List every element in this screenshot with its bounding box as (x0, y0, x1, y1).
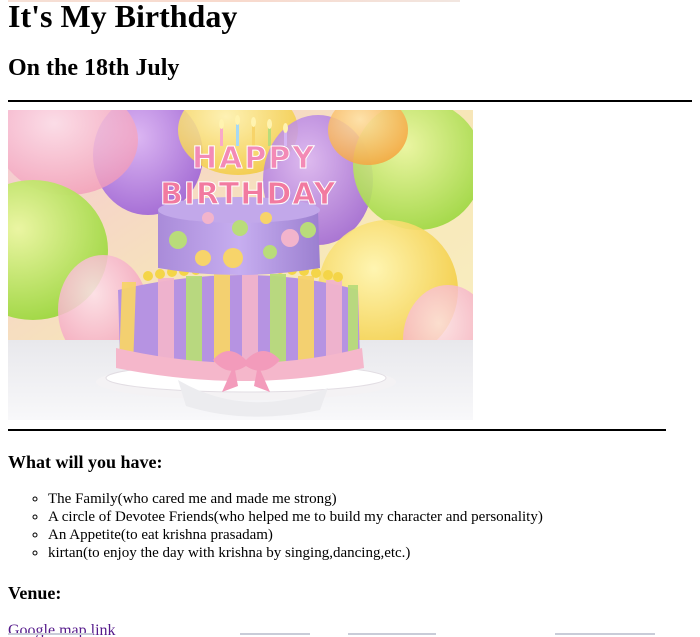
cake-birthday-text: BIRTHDAY (160, 177, 337, 212)
what-to-have-heading: What will you have: (8, 452, 163, 472)
bottom-scroll-line (240, 633, 310, 635)
page-title: It's My Birthday (8, 0, 238, 34)
bottom-scroll-line (348, 633, 436, 635)
birthday-cake-image: HAPPY BIRTHDAY (8, 110, 473, 420)
date-heading: On the 18th July (8, 55, 180, 81)
what-to-have-list: The Family(who cared me and made me stro… (8, 490, 543, 562)
horizontal-rule-top (8, 100, 692, 102)
horizontal-rule-bottom (8, 429, 666, 431)
bottom-scroll-line (8, 633, 93, 635)
list-item: A circle of Devotee Friends(who helped m… (48, 508, 543, 526)
venue-heading: Venue: (8, 583, 62, 603)
list-item: kirtan(to enjoy the day with krishna by … (48, 544, 543, 562)
cake-happy-text: HAPPY (192, 141, 316, 176)
list-item: An Appetite(to eat krishna prasadam) (48, 526, 543, 544)
bottom-scroll-line (555, 633, 655, 635)
list-item: The Family(who cared me and made me stro… (48, 490, 543, 508)
